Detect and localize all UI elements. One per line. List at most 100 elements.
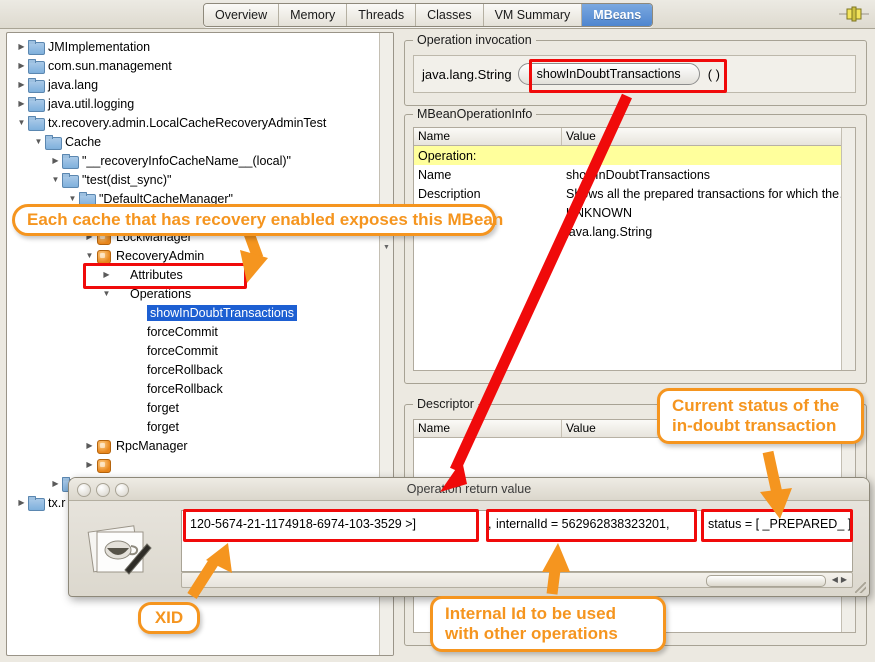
tree-node[interactable]: ▶RpcManager (7, 436, 393, 455)
tree-node[interactable]: ▶ java.lang (7, 75, 393, 94)
table-row[interactable]: Operation: (414, 146, 855, 165)
chevron-right-icon[interactable]: ▶ (117, 366, 130, 374)
chevron-right-icon[interactable]: ▶ (100, 271, 113, 279)
tree-node-label: Attributes (130, 268, 187, 282)
chevron-right-icon[interactable]: ▶ (15, 43, 28, 51)
chevron-right-icon[interactable]: ▶ (83, 442, 96, 450)
tree-node[interactable]: ▼"test(dist_sync)" (7, 170, 393, 189)
table-row[interactable]: DescriptionShows all the prepared transa… (414, 184, 855, 203)
chevron-right-icon[interactable]: ▶ (117, 423, 130, 431)
chevron-down-icon[interactable]: ▼ (15, 119, 28, 127)
chevron-down-icon[interactable]: ▼ (32, 138, 45, 146)
chevron-right-icon[interactable]: ▶ (15, 81, 28, 89)
tree-node[interactable]: ▶com.sun.management (7, 56, 393, 75)
return-value-horizontal-scrollbar[interactable]: ◀▶ (181, 572, 853, 588)
tree-node[interactable]: ▼ Cache (7, 132, 393, 151)
jconsole-window: OverviewMemoryThreadsClassesVM SummaryMB… (0, 0, 875, 662)
operation-return-value-dialog[interactable]: Operation return value 120-5674-21-11749… (68, 477, 870, 597)
chevron-right-icon[interactable]: ▶ (117, 385, 130, 393)
chevron-right-icon[interactable]: ▶ (15, 62, 28, 70)
tree-node[interactable]: ▶showInDoubtTransactions (7, 303, 393, 322)
tree-node[interactable]: ▶ (7, 455, 393, 474)
tree-node[interactable]: ▶ JMImplementation (7, 37, 393, 56)
cell-value: Shows all the prepared transactions for … (562, 187, 855, 201)
operation-info-table-header: Name Value (414, 128, 855, 146)
document-stack-icon (85, 522, 155, 578)
resize-grip-icon[interactable] (855, 582, 866, 593)
tree-node[interactable]: ▶ forceCommit (7, 322, 393, 341)
tree-node-label: forget (147, 401, 183, 415)
tree-node[interactable]: ▶ forget (7, 398, 393, 417)
close-icon[interactable] (77, 483, 91, 497)
tree-node-label: java.util.logging (48, 97, 138, 111)
dialog-title: Operation return value (407, 482, 531, 496)
mbean-tree[interactable]: ▶JMImplementation▶com.sun.management▶jav… (7, 37, 393, 512)
tree-node-label: tx.r (48, 496, 69, 510)
chevron-down-icon[interactable]: ▼ (49, 176, 62, 184)
operation-info-scrollbar[interactable] (841, 128, 855, 370)
tree-node-label: forceRollback (147, 363, 227, 377)
chevron-down-icon[interactable]: ▼ (83, 252, 96, 260)
mbean-icon (96, 458, 112, 471)
return-value-field[interactable]: 120-5674-21-1174918-6974-103-3529 >],int… (181, 510, 853, 572)
invoke-operation-button[interactable]: showInDoubtTransactions (518, 63, 700, 85)
folder-icon (28, 40, 44, 53)
tree-node[interactable]: ▶ forceCommit (7, 341, 393, 360)
tree-node-label: JMImplementation (48, 40, 154, 54)
tree-node[interactable]: ▼ tx.recovery.admin.LocalCacheRecoveryAdm… (7, 113, 393, 132)
tab-mbeans[interactable]: MBeans (582, 4, 652, 26)
scrollbar-arrows-icon[interactable]: ◀▶ (832, 574, 850, 586)
chevron-right-icon[interactable]: ▶ (49, 480, 62, 488)
chevron-right-icon[interactable]: ▶ (15, 100, 28, 108)
tree-node[interactable]: ▶ Attributes (7, 265, 393, 284)
cell-value: UNKNOWN (562, 206, 855, 220)
tab-group: OverviewMemoryThreadsClassesVM SummaryMB… (203, 3, 653, 27)
maximize-icon[interactable] (115, 483, 129, 497)
minimize-icon[interactable] (96, 483, 110, 497)
folder-icon (28, 78, 44, 91)
tree-node[interactable]: ▼RecoveryAdmin (7, 246, 393, 265)
operation-parameters-label: ( ) (708, 67, 720, 82)
chevron-right-icon[interactable]: ▶ (117, 404, 130, 412)
cell-name: Name (414, 168, 562, 182)
tree-node[interactable]: ▼ Operations (7, 284, 393, 303)
dialog-window-buttons[interactable] (77, 483, 129, 497)
chevron-down-icon[interactable]: ▼ (66, 195, 79, 203)
tree-node-label: Cache (65, 135, 105, 149)
tree-node-label: tx.recovery.admin.LocalCacheRecoveryAdmi… (48, 116, 330, 130)
tree-node-label: forceCommit (147, 344, 222, 358)
column-header-value: Value (562, 128, 855, 145)
tree-node[interactable]: ▶forget (7, 417, 393, 436)
tab-memory[interactable]: Memory (279, 4, 347, 26)
chevron-down-icon[interactable]: ▼ (100, 290, 113, 298)
tree-node-label: forceCommit (147, 325, 222, 339)
operation-info-table[interactable]: Name Value Operation:NameshowInDoubtTran… (413, 127, 856, 371)
tab-classes[interactable]: Classes (416, 4, 483, 26)
tree-node[interactable]: ▶"__recoveryInfoCacheName__(local)" (7, 151, 393, 170)
chevron-right-icon[interactable]: ▶ (117, 309, 130, 317)
tab-threads[interactable]: Threads (347, 4, 416, 26)
folder-icon (28, 97, 44, 110)
chevron-right-icon[interactable]: ▶ (117, 328, 130, 336)
tree-node[interactable]: ▶ forceRollback (7, 360, 393, 379)
tab-vm-summary[interactable]: VM Summary (484, 4, 583, 26)
operation-invocation-row: java.lang.String showInDoubtTransactions… (413, 55, 856, 93)
tab-bar: OverviewMemoryThreadsClassesVM SummaryMB… (0, 0, 875, 29)
tree-node[interactable]: ▶forceRollback (7, 379, 393, 398)
operation-invocation-group: Operation invocation java.lang.String sh… (404, 40, 867, 106)
operation-invocation-legend: Operation invocation (413, 33, 536, 47)
scroll-down-arrow-icon[interactable]: ▼ (382, 243, 391, 252)
tab-overview[interactable]: Overview (204, 4, 279, 26)
table-row[interactable]: NameshowInDoubtTransactions (414, 165, 855, 184)
detach-pin-icon[interactable] (839, 6, 869, 22)
chevron-right-icon[interactable]: ▶ (15, 499, 28, 507)
chevron-right-icon[interactable]: ▶ (117, 347, 130, 355)
tree-node-label: java.lang (48, 78, 102, 92)
scrollbar-thumb[interactable] (706, 575, 826, 587)
chevron-right-icon[interactable]: ▶ (83, 461, 96, 469)
folder-icon (45, 135, 61, 148)
tree-node[interactable]: ▶ java.util.logging (7, 94, 393, 113)
chevron-right-icon[interactable]: ▶ (49, 157, 62, 165)
tree-node-label: Operations (130, 287, 195, 301)
mbean-operation-info-legend: MBeanOperationInfo (413, 107, 536, 121)
